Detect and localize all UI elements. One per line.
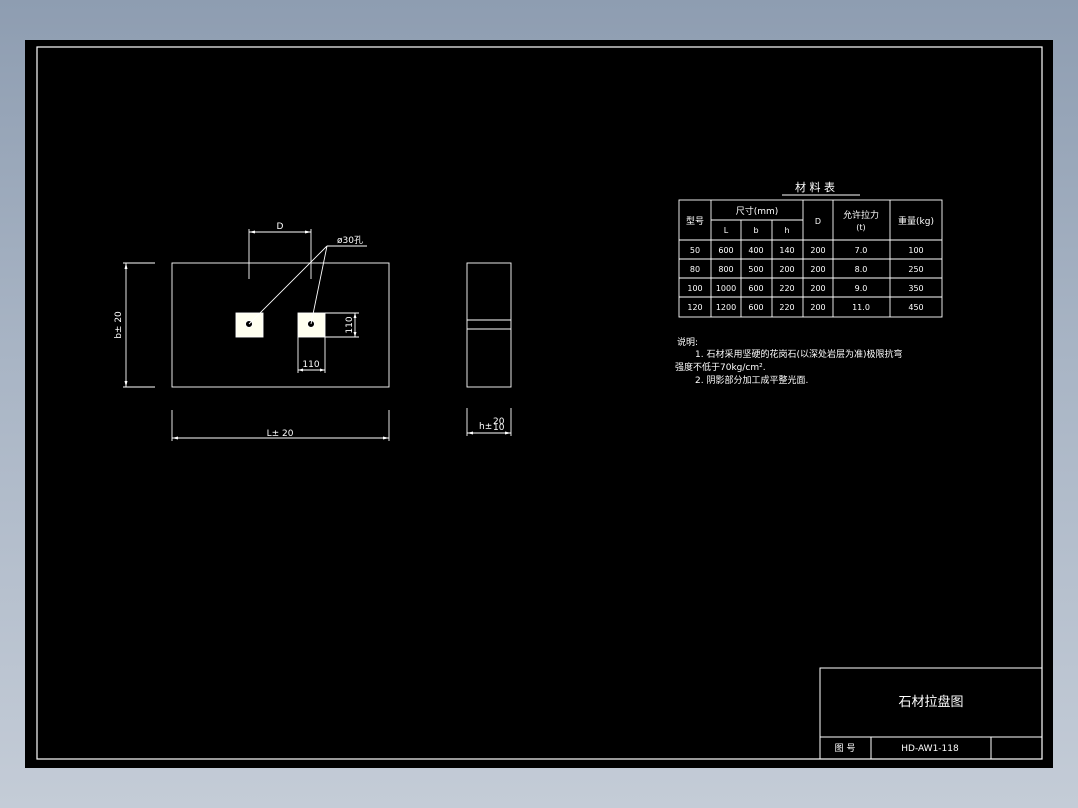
notes-heading: 说明: (677, 336, 698, 348)
table-cell: 250 (908, 265, 923, 274)
sq-h-label: 110 (302, 360, 319, 370)
notes-line-2: 强度不低于70kg/cm². (675, 361, 766, 373)
table-cell: 7.0 (855, 246, 868, 255)
table-cell: 200 (810, 284, 825, 293)
table-cell: 100 (687, 284, 702, 293)
drawing-border (36, 46, 1043, 760)
table-cell: 600 (748, 303, 763, 312)
table-cell: 600 (748, 284, 763, 293)
table-cell: 100 (908, 246, 923, 255)
th-model: 型号 (686, 216, 704, 227)
side-view-outline (466, 262, 512, 388)
table-cell: 120 (687, 303, 702, 312)
d-label: D (277, 222, 284, 232)
th-d: D (815, 217, 821, 226)
table-cell: 400 (748, 246, 763, 255)
notes-line-1: 1. 石材采用坚硬的花岗石(以深处岩层为准)极限抗弯 (695, 348, 902, 360)
table-cell: 50 (690, 246, 700, 255)
table-cell: 9.0 (855, 284, 868, 293)
th-weight: 重量(kg) (898, 215, 934, 227)
front-view-outline (171, 262, 390, 388)
table-cell: 800 (718, 265, 733, 274)
table-cell: 220 (779, 303, 794, 312)
b-label: b± 20 (114, 311, 124, 339)
side-view (466, 262, 512, 436)
l-label: L± 20 (267, 429, 294, 439)
material-table-rows: 50 600 400 140 200 7.0 100 80 800 500 200 200 8.0 250… (687, 246, 923, 312)
notes-line-3: 2. 阴影部分加工成平整光面. (695, 374, 808, 386)
sq-v-label: 110 (345, 316, 355, 333)
table-cell: 140 (779, 246, 794, 255)
table-cell: 11.0 (852, 303, 870, 312)
table-cell: 200 (810, 303, 825, 312)
th-h: h (784, 226, 789, 235)
h-label: h± (479, 422, 492, 432)
table-cell: 200 (779, 265, 794, 274)
th-size: 尺寸(mm) (736, 205, 779, 217)
table-cell: 500 (748, 265, 763, 274)
table-cell: 80 (690, 265, 700, 274)
drawing-title: 石材拉盘图 (898, 694, 963, 710)
table-cell: 450 (908, 303, 923, 312)
hole-label: ø30孔 (337, 235, 363, 246)
hole-leader-right (310, 245, 328, 325)
drawing-no: HD-AW1-118 (901, 744, 959, 754)
th-tension-unit: (t) (856, 223, 865, 232)
th-tension: 允许拉力 (843, 209, 879, 221)
table-cell: 220 (779, 284, 794, 293)
table-cell: 8.0 (855, 265, 868, 274)
th-b: b (753, 226, 758, 235)
material-table-title: 材 料 表 (795, 180, 835, 194)
drawing-no-label: 图 号 (835, 743, 856, 754)
cad-drawing: D ø30孔 b± 20 110 110 L± 20 h± 20 10 材 料 … (36, 46, 1043, 760)
hole-leader-left (248, 245, 328, 325)
table-cell: 1200 (716, 303, 736, 312)
drawing-sheet: D ø30孔 b± 20 110 110 L± 20 h± 20 10 材 料 … (25, 40, 1053, 768)
table-cell: 200 (810, 246, 825, 255)
table-cell: 350 (908, 284, 923, 293)
front-view (123, 229, 390, 441)
table-cell: 600 (718, 246, 733, 255)
table-cell: 1000 (716, 284, 736, 293)
table-cell: 200 (810, 265, 825, 274)
h-tol-lower: 10 (493, 423, 505, 433)
th-l: L (724, 226, 729, 235)
